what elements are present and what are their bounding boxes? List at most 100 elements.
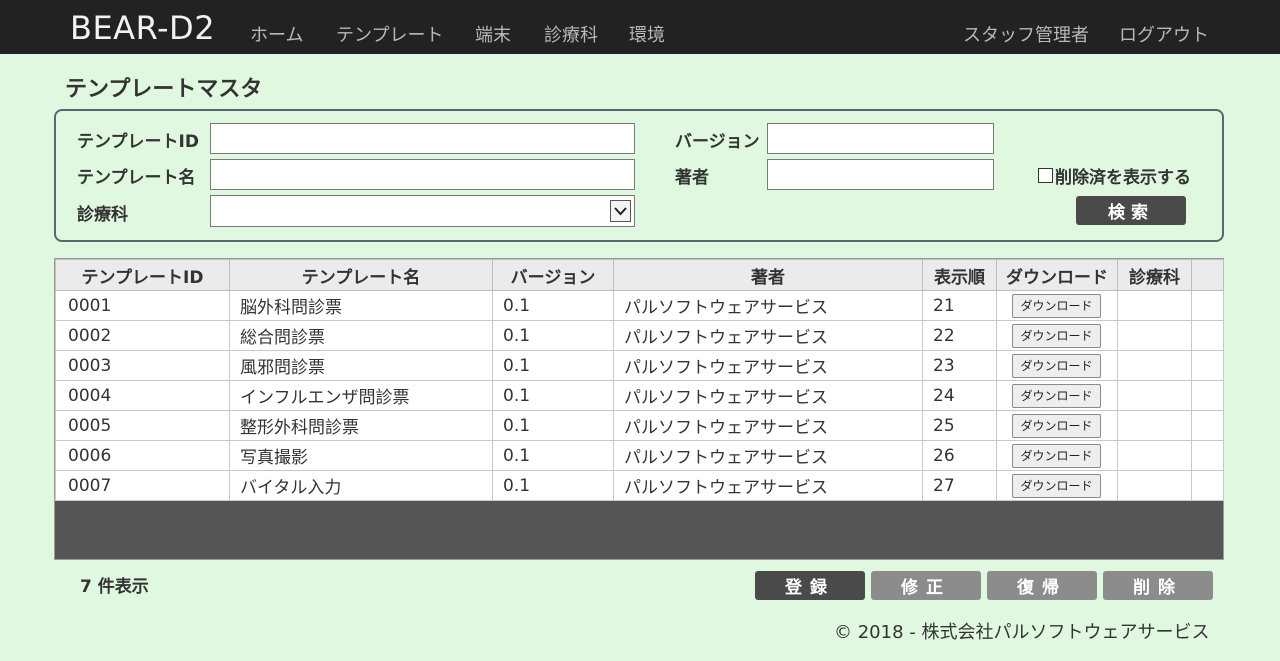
- table-row[interactable]: 0001 脳外科問診票 0.1 パルソフトウェアサービス 21 ダウンロード: [55, 290, 1224, 321]
- cell-template-id: 0002: [55, 320, 230, 351]
- cell-template-id: 0005: [55, 410, 230, 441]
- cell-extra: [1191, 470, 1224, 501]
- column-header-template-name[interactable]: テンプレート名: [229, 259, 493, 291]
- table-row[interactable]: 0004 インフルエンザ問診票 0.1 パルソフトウェアサービス 24 ダウンロード: [55, 380, 1224, 411]
- department-label: 診療科: [77, 205, 128, 225]
- table-row[interactable]: 0002 総合問診票 0.1 パルソフトウェアサービス 22 ダウンロード: [55, 320, 1224, 351]
- version-input[interactable]: [767, 123, 994, 154]
- cell-version: 0.1: [492, 350, 614, 381]
- cell-template-name: 脳外科問診票: [229, 290, 493, 321]
- cell-department: [1117, 440, 1192, 471]
- cell-department: [1117, 320, 1192, 351]
- table-header-row: テンプレートID テンプレート名 バージョン 著者 表示順 ダウンロード 診療科: [55, 259, 1224, 291]
- cell-template-id: 0004: [55, 380, 230, 411]
- template-name-label: テンプレート名: [77, 168, 196, 188]
- version-label: バージョン: [675, 132, 760, 152]
- cell-download: ダウンロード: [996, 350, 1118, 381]
- checkbox-icon[interactable]: [1038, 168, 1053, 183]
- template-name-input[interactable]: [210, 159, 635, 190]
- cell-template-name: 整形外科問診票: [229, 410, 493, 441]
- cell-display-order: 23: [922, 350, 997, 381]
- edit-button[interactable]: 修正: [871, 571, 981, 600]
- template-table: テンプレートID テンプレート名 バージョン 著者 表示順 ダウンロード 診療科…: [55, 259, 1224, 501]
- cell-version: 0.1: [492, 440, 614, 471]
- cell-download: ダウンロード: [996, 380, 1118, 411]
- search-button[interactable]: 検索: [1076, 196, 1186, 225]
- register-button[interactable]: 登録: [755, 571, 865, 600]
- nav-home[interactable]: ホーム: [250, 21, 303, 47]
- download-button[interactable]: ダウンロード: [1012, 473, 1101, 498]
- cell-extra: [1191, 320, 1224, 351]
- author-input[interactable]: [767, 159, 994, 190]
- cell-template-name: 写真撮影: [229, 440, 493, 471]
- column-header-author[interactable]: 著者: [613, 259, 923, 291]
- cell-display-order: 25: [922, 410, 997, 441]
- download-button[interactable]: ダウンロード: [1012, 413, 1101, 438]
- page-title: テンプレートマスタ: [65, 77, 263, 102]
- brand-logo[interactable]: BEAR-D2: [70, 9, 215, 47]
- cell-template-name: 総合問診票: [229, 320, 493, 351]
- nav-user-staff-admin[interactable]: スタッフ管理者: [963, 21, 1089, 47]
- table-row[interactable]: 0007 バイタル入力 0.1 パルソフトウェアサービス 27 ダウンロード: [55, 470, 1224, 501]
- cell-template-id: 0003: [55, 350, 230, 381]
- cell-template-id: 0001: [55, 290, 230, 321]
- cell-author: パルソフトウェアサービス: [613, 320, 923, 351]
- cell-extra: [1191, 350, 1224, 381]
- download-button[interactable]: ダウンロード: [1012, 353, 1101, 378]
- download-button[interactable]: ダウンロード: [1012, 293, 1101, 318]
- cell-template-id: 0006: [55, 440, 230, 471]
- cell-department: [1117, 410, 1192, 441]
- cell-extra: [1191, 290, 1224, 321]
- cell-author: パルソフトウェアサービス: [613, 440, 923, 471]
- cell-display-order: 24: [922, 380, 997, 411]
- chevron-down-icon[interactable]: [610, 200, 631, 222]
- download-button[interactable]: ダウンロード: [1012, 323, 1101, 348]
- table-row[interactable]: 0005 整形外科問診票 0.1 パルソフトウェアサービス 25 ダウンロード: [55, 410, 1224, 441]
- download-button[interactable]: ダウンロード: [1012, 383, 1101, 408]
- cell-version: 0.1: [492, 470, 614, 501]
- cell-author: パルソフトウェアサービス: [613, 380, 923, 411]
- column-header-version[interactable]: バージョン: [492, 259, 614, 291]
- table-row[interactable]: 0003 風邪問診票 0.1 パルソフトウェアサービス 23 ダウンロード: [55, 350, 1224, 381]
- cell-department: [1117, 290, 1192, 321]
- column-header-display-order[interactable]: 表示順: [922, 259, 997, 291]
- nav-terminal[interactable]: 端末: [475, 21, 511, 47]
- column-header-download[interactable]: ダウンロード: [996, 259, 1118, 291]
- nav-logout[interactable]: ログアウト: [1119, 21, 1209, 47]
- nav-environment[interactable]: 環境: [629, 21, 665, 47]
- cell-download: ダウンロード: [996, 410, 1118, 441]
- cell-display-order: 22: [922, 320, 997, 351]
- cell-display-order: 21: [922, 290, 997, 321]
- cell-display-order: 26: [922, 440, 997, 471]
- department-select[interactable]: [210, 195, 635, 227]
- cell-author: パルソフトウェアサービス: [613, 290, 923, 321]
- nav-department[interactable]: 診療科: [544, 21, 598, 47]
- cell-version: 0.1: [492, 380, 614, 411]
- cell-template-id: 0007: [55, 470, 230, 501]
- cell-display-order: 27: [922, 470, 997, 501]
- restore-button[interactable]: 復帰: [987, 571, 1097, 600]
- show-deleted-checkbox[interactable]: 削除済を表示する: [1038, 163, 1191, 188]
- download-button[interactable]: ダウンロード: [1012, 443, 1101, 468]
- top-navbar: BEAR-D2 ホーム テンプレート 端末 診療科 環境 スタッフ管理者 ログア…: [0, 0, 1280, 54]
- cell-author: パルソフトウェアサービス: [613, 470, 923, 501]
- column-header-department[interactable]: 診療科: [1117, 259, 1192, 291]
- column-header-template-id[interactable]: テンプレートID: [55, 259, 230, 291]
- nav-template[interactable]: テンプレート: [336, 21, 443, 47]
- template-id-input[interactable]: [210, 123, 635, 154]
- column-header-extra: [1191, 259, 1224, 291]
- cell-template-name: バイタル入力: [229, 470, 493, 501]
- author-label: 著者: [675, 168, 709, 188]
- cell-template-name: インフルエンザ問診票: [229, 380, 493, 411]
- show-deleted-label: 削除済を表示する: [1055, 168, 1191, 188]
- cell-department: [1117, 380, 1192, 411]
- cell-version: 0.1: [492, 290, 614, 321]
- cell-template-name: 風邪問診票: [229, 350, 493, 381]
- delete-button[interactable]: 削除: [1103, 571, 1213, 600]
- table-row[interactable]: 0006 写真撮影 0.1 パルソフトウェアサービス 26 ダウンロード: [55, 440, 1224, 471]
- record-count: 7 件表示: [80, 577, 149, 597]
- cell-version: 0.1: [492, 320, 614, 351]
- cell-download: ダウンロード: [996, 320, 1118, 351]
- cell-extra: [1191, 380, 1224, 411]
- cell-download: ダウンロード: [996, 440, 1118, 471]
